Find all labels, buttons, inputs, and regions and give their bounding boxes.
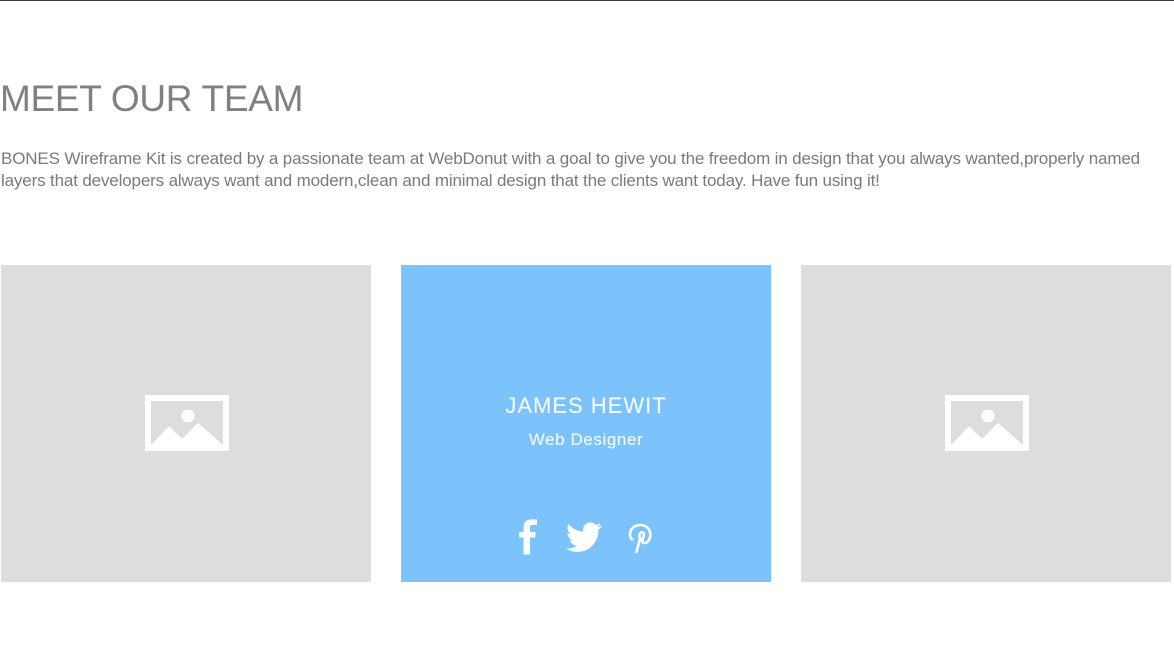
twitter-icon[interactable] — [565, 519, 603, 555]
section-title: MEET OUR TEAM — [0, 78, 304, 119]
member-name: JAMES HEWIT — [505, 393, 667, 418]
top-divider — [0, 0, 1174, 1]
facebook-icon[interactable] — [515, 519, 541, 555]
image-icon — [945, 395, 1029, 451]
image-icon — [145, 395, 229, 451]
pinterest-icon[interactable] — [627, 519, 653, 555]
member-role: Web Designer — [528, 430, 644, 449]
section-description: BONES Wireframe Kit is created by a pass… — [1, 149, 1140, 190]
team-card-james-hewit[interactable]: JAMES HEWIT Web Designer — [401, 265, 771, 582]
team-card-placeholder-right[interactable] — [801, 265, 1171, 582]
team-card-placeholder-left[interactable] — [1, 265, 371, 582]
